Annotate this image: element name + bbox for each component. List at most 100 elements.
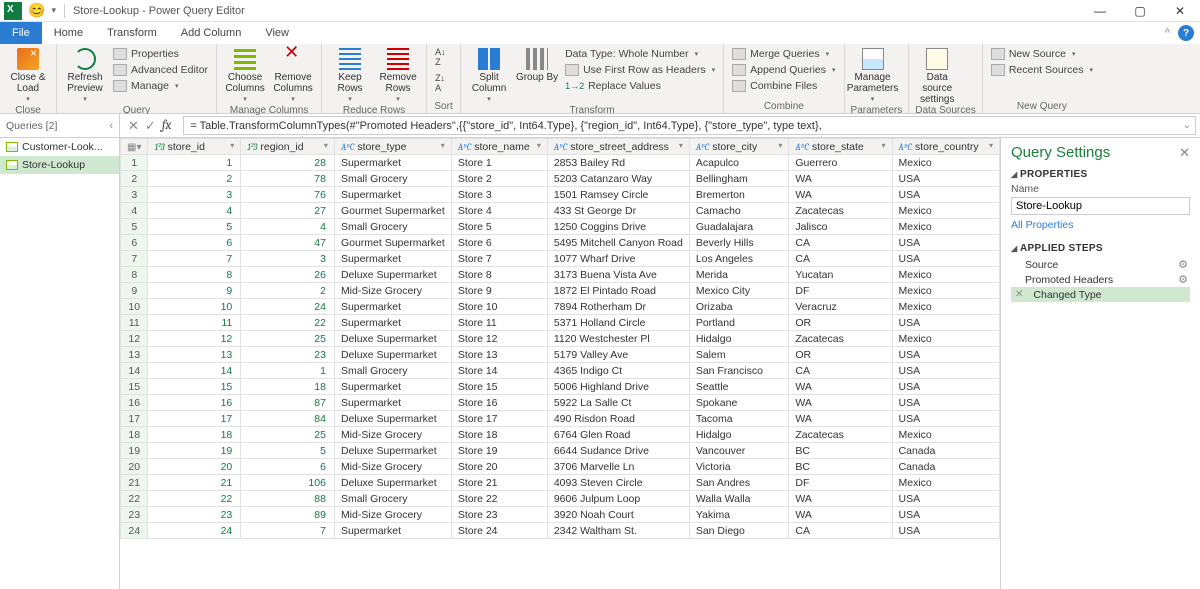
cell[interactable]: Veracruz bbox=[789, 299, 892, 315]
cell[interactable]: Mid-Size Grocery bbox=[334, 283, 451, 299]
cell[interactable]: Store 19 bbox=[451, 443, 547, 459]
cell[interactable]: BC bbox=[789, 443, 892, 459]
cell[interactable]: Hidalgo bbox=[689, 427, 789, 443]
cell[interactable]: WA bbox=[789, 171, 892, 187]
cell[interactable]: 1872 El Pintado Road bbox=[547, 283, 689, 299]
cell[interactable]: 1250 Coggins Drive bbox=[547, 219, 689, 235]
data-grid[interactable]: ▦▾1²3store_id▾1²3region_id▾AᴮCstore_type… bbox=[120, 138, 1000, 589]
settings-close-button[interactable]: ✕ bbox=[1179, 145, 1190, 161]
tab-file[interactable]: File bbox=[0, 22, 42, 44]
cell[interactable]: Supermarket bbox=[334, 379, 451, 395]
cell[interactable]: Los Angeles bbox=[689, 251, 789, 267]
row-number[interactable]: 10 bbox=[121, 299, 148, 315]
row-number[interactable]: 17 bbox=[121, 411, 148, 427]
step-delete-icon[interactable]: ✕ bbox=[1015, 289, 1023, 300]
cell[interactable]: 2 bbox=[241, 283, 335, 299]
table-row[interactable]: 232389Mid-Size GroceryStore 233920 Noah … bbox=[121, 507, 1000, 523]
cell[interactable]: 9606 Julpum Loop bbox=[547, 491, 689, 507]
cell[interactable]: Mexico bbox=[892, 427, 999, 443]
gear-icon[interactable]: ⚙ bbox=[1178, 273, 1188, 286]
cell[interactable]: WA bbox=[789, 395, 892, 411]
cell[interactable]: Small Grocery bbox=[334, 171, 451, 187]
table-row[interactable]: 3376SupermarketStore 31501 Ramsey Circle… bbox=[121, 187, 1000, 203]
table-row[interactable]: 992Mid-Size GroceryStore 91872 El Pintad… bbox=[121, 283, 1000, 299]
minimize-button[interactable]: — bbox=[1080, 0, 1120, 22]
table-row[interactable]: 131323Deluxe SupermarketStore 135179 Val… bbox=[121, 347, 1000, 363]
cell[interactable]: USA bbox=[892, 187, 999, 203]
cell[interactable]: 26 bbox=[241, 267, 335, 283]
cell[interactable]: Canada bbox=[892, 443, 999, 459]
cell[interactable]: Supermarket bbox=[334, 523, 451, 539]
help-button[interactable]: ? bbox=[1178, 25, 1194, 41]
sort-desc-button[interactable]: Z↓A bbox=[433, 72, 447, 94]
cell[interactable]: 2 bbox=[148, 171, 241, 187]
recent-sources-button[interactable]: Recent Sources▾ bbox=[989, 62, 1095, 77]
keep-rows-button[interactable]: Keep Rows ▾ bbox=[328, 46, 372, 105]
new-source-button[interactable]: New Source▾ bbox=[989, 46, 1095, 61]
cell[interactable]: USA bbox=[892, 235, 999, 251]
cell[interactable]: 10 bbox=[148, 299, 241, 315]
cell[interactable]: 5006 Highland Drive bbox=[547, 379, 689, 395]
cell[interactable]: 20 bbox=[148, 459, 241, 475]
cell[interactable]: Deluxe Supermarket bbox=[334, 443, 451, 459]
table-row[interactable]: 6647Gourmet SupermarketStore 65495 Mitch… bbox=[121, 235, 1000, 251]
cell[interactable]: 88 bbox=[241, 491, 335, 507]
cell[interactable]: USA bbox=[892, 251, 999, 267]
cell[interactable]: 12 bbox=[148, 331, 241, 347]
cell[interactable]: Mexico bbox=[892, 219, 999, 235]
column-header[interactable]: AᴮCstore_street_address▾ bbox=[547, 139, 689, 155]
cell[interactable]: 23 bbox=[241, 347, 335, 363]
cell[interactable]: Orizaba bbox=[689, 299, 789, 315]
cell[interactable]: 3706 Marvelle Ln bbox=[547, 459, 689, 475]
table-row[interactable]: 554Small GroceryStore 51250 Coggins Driv… bbox=[121, 219, 1000, 235]
cell[interactable]: Store 24 bbox=[451, 523, 547, 539]
grid-corner[interactable]: ▦▾ bbox=[121, 139, 148, 155]
cell[interactable]: 27 bbox=[241, 203, 335, 219]
cell[interactable]: Vancouver bbox=[689, 443, 789, 459]
column-dropdown-icon[interactable]: ▾ bbox=[882, 141, 886, 150]
cell[interactable]: 5922 La Salle Ct bbox=[547, 395, 689, 411]
first-row-headers-button[interactable]: Use First Row as Headers▾ bbox=[563, 62, 717, 77]
cell[interactable]: Bremerton bbox=[689, 187, 789, 203]
cell[interactable]: 19 bbox=[148, 443, 241, 459]
table-row[interactable]: 151518SupermarketStore 155006 Highland D… bbox=[121, 379, 1000, 395]
row-number[interactable]: 14 bbox=[121, 363, 148, 379]
cell[interactable]: Zacatecas bbox=[789, 331, 892, 347]
cell[interactable]: 6 bbox=[241, 459, 335, 475]
properties-section[interactable]: PROPERTIES bbox=[1011, 169, 1190, 180]
cell[interactable]: 1077 Wharf Drive bbox=[547, 251, 689, 267]
cell[interactable]: 6 bbox=[148, 235, 241, 251]
column-header[interactable]: 1²3store_id▾ bbox=[148, 139, 241, 155]
cell[interactable]: Store 9 bbox=[451, 283, 547, 299]
merge-queries-button[interactable]: Merge Queries▾ bbox=[730, 46, 837, 61]
cell[interactable]: Store 1 bbox=[451, 155, 547, 171]
row-number[interactable]: 13 bbox=[121, 347, 148, 363]
cell[interactable]: 4093 Steven Circle bbox=[547, 475, 689, 491]
cell[interactable]: 76 bbox=[241, 187, 335, 203]
cell[interactable]: 87 bbox=[241, 395, 335, 411]
query-item[interactable]: Store-Lookup bbox=[0, 156, 119, 174]
cell[interactable]: Canada bbox=[892, 459, 999, 475]
cell[interactable]: Zacatecas bbox=[789, 427, 892, 443]
cell[interactable]: San Diego bbox=[689, 523, 789, 539]
cell[interactable]: OR bbox=[789, 347, 892, 363]
column-header[interactable]: AᴮCstore_name▾ bbox=[451, 139, 547, 155]
table-row[interactable]: 2121106Deluxe SupermarketStore 214093 St… bbox=[121, 475, 1000, 491]
query-item[interactable]: Customer-Look... bbox=[0, 138, 119, 156]
cell[interactable]: 7 bbox=[241, 523, 335, 539]
cell[interactable]: 433 St George Dr bbox=[547, 203, 689, 219]
cell[interactable]: Store 16 bbox=[451, 395, 547, 411]
row-number[interactable]: 21 bbox=[121, 475, 148, 491]
cell[interactable]: 7894 Rotherham Dr bbox=[547, 299, 689, 315]
cell[interactable]: USA bbox=[892, 491, 999, 507]
row-number[interactable]: 19 bbox=[121, 443, 148, 459]
row-number[interactable]: 9 bbox=[121, 283, 148, 299]
row-number[interactable]: 5 bbox=[121, 219, 148, 235]
table-row[interactable]: 773SupermarketStore 71077 Wharf DriveLos… bbox=[121, 251, 1000, 267]
cell[interactable]: Small Grocery bbox=[334, 219, 451, 235]
cell[interactable]: USA bbox=[892, 523, 999, 539]
row-number[interactable]: 6 bbox=[121, 235, 148, 251]
cell[interactable]: Mexico bbox=[892, 475, 999, 491]
row-number[interactable]: 2 bbox=[121, 171, 148, 187]
cell[interactable]: 3 bbox=[148, 187, 241, 203]
